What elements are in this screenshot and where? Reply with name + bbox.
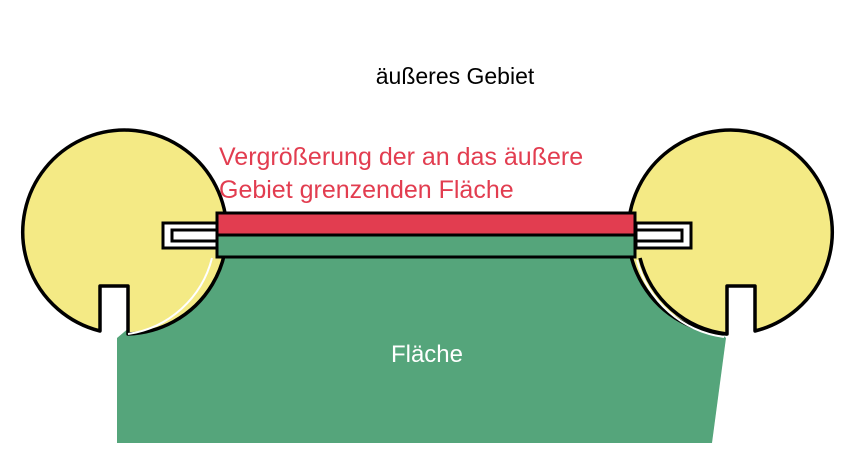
area-enlargement-diagram: äußeres Gebiet Vergrößerung der an das ä… — [21, 63, 834, 443]
outer-region-label: äußeres Gebiet — [376, 63, 535, 89]
right-connector — [634, 221, 693, 250]
enlargement-label-line2: Gebiet grenzenden Fläche — [219, 176, 514, 204]
enlargement-bar — [215, 211, 637, 259]
enlargement-label-line1: Vergrößerung der an das äußere — [219, 143, 583, 171]
area-label: Fläche — [391, 341, 463, 368]
left-connector — [161, 221, 220, 250]
